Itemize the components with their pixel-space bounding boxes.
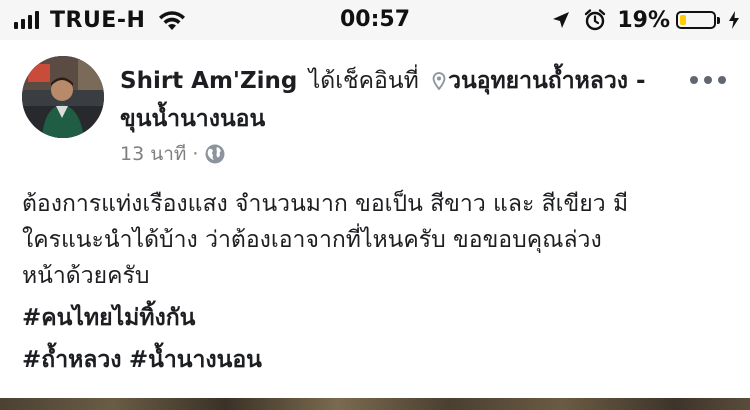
- location-pin-icon: [432, 72, 446, 90]
- post-title-line: Shirt Am'Zing ได้เช็คอินที่ วนอุทยานถ้ำห…: [120, 62, 680, 138]
- author-name[interactable]: Shirt Am'Zing: [120, 68, 297, 94]
- dot-icon: [690, 76, 698, 84]
- hashtag-link[interactable]: #น้ำนางนอน: [129, 347, 262, 373]
- post-text-line-2: ใครแนะนำได้บ้าง ว่าต้องเอาจากที่ไหนครับ …: [22, 227, 602, 253]
- post-text-line-1: ต้องการแท่งเรืองแสง จำนวนมาก ขอเป็น สีขา…: [22, 191, 629, 217]
- avatar-photo: [22, 56, 104, 138]
- carrier-label: TRUE-H: [50, 7, 146, 33]
- post-timestamp[interactable]: 13 นาที: [120, 139, 186, 169]
- post-body: ต้องการแท่งเรืองแสง จำนวนมาก ขอเป็น สีขา…: [22, 186, 732, 378]
- location-arrow-icon: [553, 12, 570, 28]
- dot-icon: [704, 76, 712, 84]
- dot-icon: [718, 76, 726, 84]
- battery-fill: [680, 15, 686, 25]
- meta-separator: ·: [192, 143, 199, 165]
- charging-icon: [729, 11, 739, 29]
- avatar[interactable]: [22, 56, 104, 138]
- alarm-icon: [585, 9, 606, 31]
- checkin-text: ได้เช็คอินที่: [308, 68, 419, 94]
- post-text-line-3: หน้าด้วยครับ: [22, 263, 150, 289]
- more-options-button[interactable]: [690, 68, 726, 92]
- hashtag-line-2: #ถ้ำหลวง #น้ำนางนอน: [22, 342, 732, 378]
- thai-flag-icon: [213, 306, 245, 328]
- hashtag-link[interactable]: #ถ้ำหลวง: [22, 347, 122, 373]
- battery-icon: [676, 11, 720, 29]
- post-meta: 13 นาที ·: [120, 140, 226, 168]
- hashtag-link[interactable]: #คนไทยไม่ทิ้งกัน: [22, 305, 195, 331]
- status-bar: TRUE-H 00:57 19%: [0, 0, 750, 40]
- signal-icon: [14, 11, 42, 29]
- hashtag-line-1: #คนไทยไม่ทิ้งกัน: [22, 300, 732, 336]
- battery-percent: 19%: [617, 7, 670, 33]
- post-photo-preview[interactable]: [0, 398, 750, 410]
- wifi-icon: [159, 11, 186, 30]
- status-right: 19%: [551, 0, 740, 40]
- globe-icon[interactable]: [204, 143, 226, 165]
- status-left: TRUE-H: [14, 0, 187, 40]
